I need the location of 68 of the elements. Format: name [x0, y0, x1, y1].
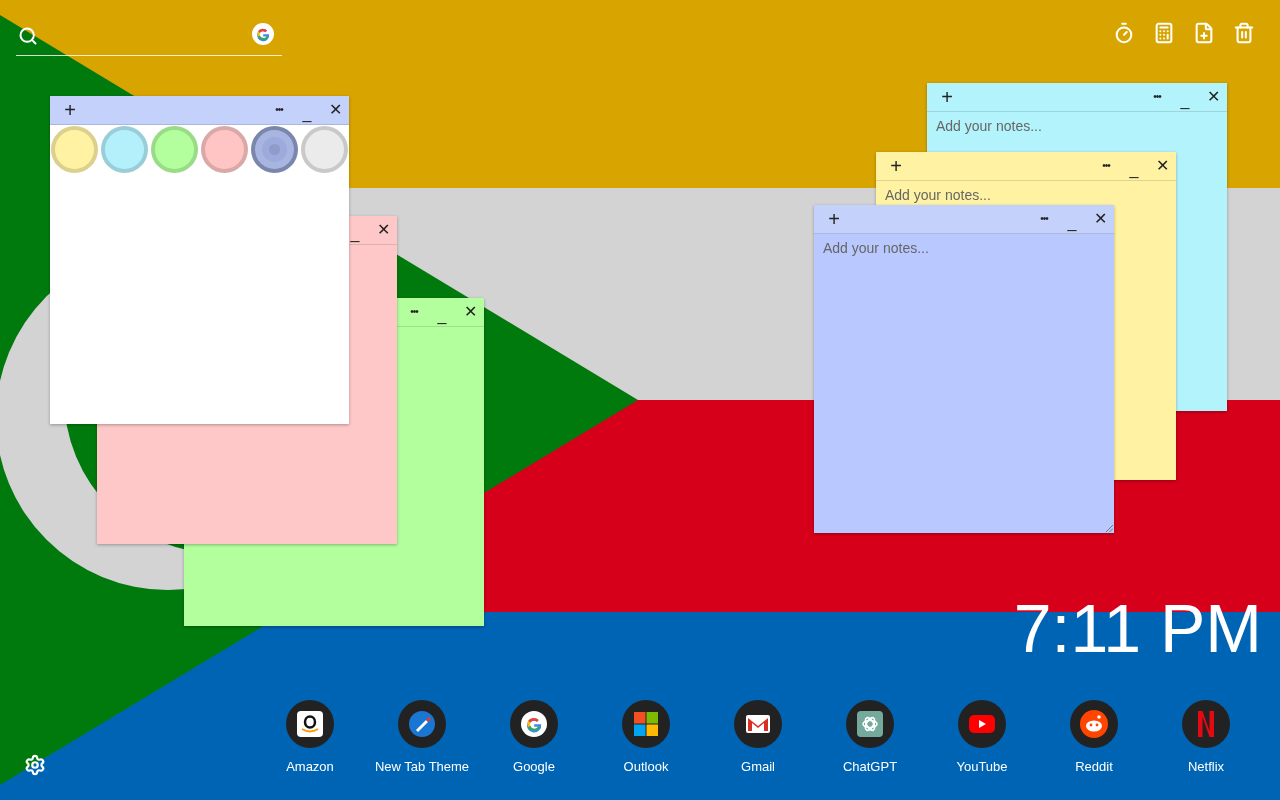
- close-button[interactable]: ✕: [1148, 154, 1176, 178]
- search-icon: [18, 25, 38, 46]
- more-button[interactable]: •••: [265, 98, 293, 122]
- more-button[interactable]: •••: [1092, 154, 1120, 178]
- add-note-button[interactable]: +: [56, 98, 84, 122]
- windows-logo-icon: [634, 712, 658, 736]
- shortcut-link[interactable]: Outlook: [590, 700, 702, 774]
- shortcut-link[interactable]: Reddit: [1038, 700, 1150, 774]
- shortcut-link[interactable]: Gmail: [702, 700, 814, 774]
- minimize-button[interactable]: _: [1128, 154, 1140, 178]
- shortcut-link[interactable]: Netflix: [1150, 700, 1262, 774]
- shortcut-label: ChatGPT: [842, 759, 898, 774]
- more-button[interactable]: •••: [400, 300, 428, 324]
- shortcut-label: YouTube: [956, 759, 1008, 774]
- color-swatch[interactable]: [301, 126, 348, 173]
- add-note-button[interactable]: +: [882, 154, 910, 178]
- note-field[interactable]: Add your notes...: [876, 181, 1176, 204]
- color-swatch[interactable]: [251, 126, 298, 173]
- timer-icon: [1113, 22, 1135, 44]
- shortcut-link[interactable]: Google: [478, 700, 590, 774]
- minimize-button[interactable]: _: [436, 300, 448, 324]
- add-note-button[interactable]: +: [933, 85, 961, 109]
- add-note-button[interactable]: +: [820, 207, 848, 231]
- close-button[interactable]: ✕: [1199, 85, 1227, 109]
- color-swatch[interactable]: [201, 126, 248, 173]
- color-swatch[interactable]: [151, 126, 198, 173]
- shortcut-link[interactable]: ChatGPT: [814, 700, 926, 774]
- smile-logo-icon: [297, 711, 323, 737]
- shortcut-label: New Tab Theme: [374, 759, 470, 774]
- note-field[interactable]: Add your notes...: [814, 234, 1114, 533]
- shortcut-label: Netflix: [1187, 759, 1225, 774]
- more-button[interactable]: •••: [1143, 85, 1171, 109]
- shortcut-label: Gmail: [741, 759, 775, 774]
- minimize-button[interactable]: _: [349, 218, 361, 242]
- close-button[interactable]: ✕: [456, 300, 484, 324]
- play-logo-icon: [969, 715, 995, 733]
- close-button[interactable]: ✕: [369, 218, 397, 242]
- trash-button[interactable]: [1232, 21, 1256, 45]
- color-swatch[interactable]: [51, 126, 98, 173]
- shortcut-link[interactable]: YouTube: [926, 700, 1038, 774]
- settings-button[interactable]: [24, 754, 46, 778]
- more-button[interactable]: •••: [1030, 207, 1058, 231]
- ribbon-logo-icon: [1198, 711, 1214, 737]
- shortcut-label: Amazon: [286, 759, 334, 774]
- resize-grip-icon[interactable]: [1106, 525, 1113, 532]
- shortcut-label: Reddit: [1075, 759, 1113, 774]
- minimize-button[interactable]: _: [1179, 85, 1191, 109]
- google-icon: [521, 711, 547, 737]
- calculator-icon: [1153, 22, 1175, 44]
- clock: 7:11 PM: [1013, 594, 1262, 662]
- file-plus-icon: [1193, 22, 1215, 44]
- envelope-icon: [746, 715, 770, 733]
- color-swatch[interactable]: [101, 126, 148, 173]
- close-button[interactable]: ✕: [1086, 207, 1114, 231]
- brush-logo-icon: [408, 710, 436, 738]
- shortcut-label: Outlook: [623, 759, 669, 774]
- alien-logo-icon: [1080, 710, 1108, 738]
- note-field[interactable]: Add your notes...: [927, 112, 1227, 152]
- minimize-button[interactable]: _: [301, 98, 313, 122]
- shortcut-label: Google: [513, 759, 555, 774]
- minimize-button[interactable]: _: [1066, 207, 1078, 231]
- settings-icon: [24, 754, 46, 776]
- shortcut-link[interactable]: Amazon: [254, 700, 366, 774]
- close-button[interactable]: ✕: [321, 98, 349, 122]
- trash-icon: [1233, 22, 1255, 44]
- shortcut-link[interactable]: New Tab Theme: [366, 700, 478, 774]
- knot-logo-icon: [857, 711, 883, 737]
- google-icon: [252, 22, 274, 45]
